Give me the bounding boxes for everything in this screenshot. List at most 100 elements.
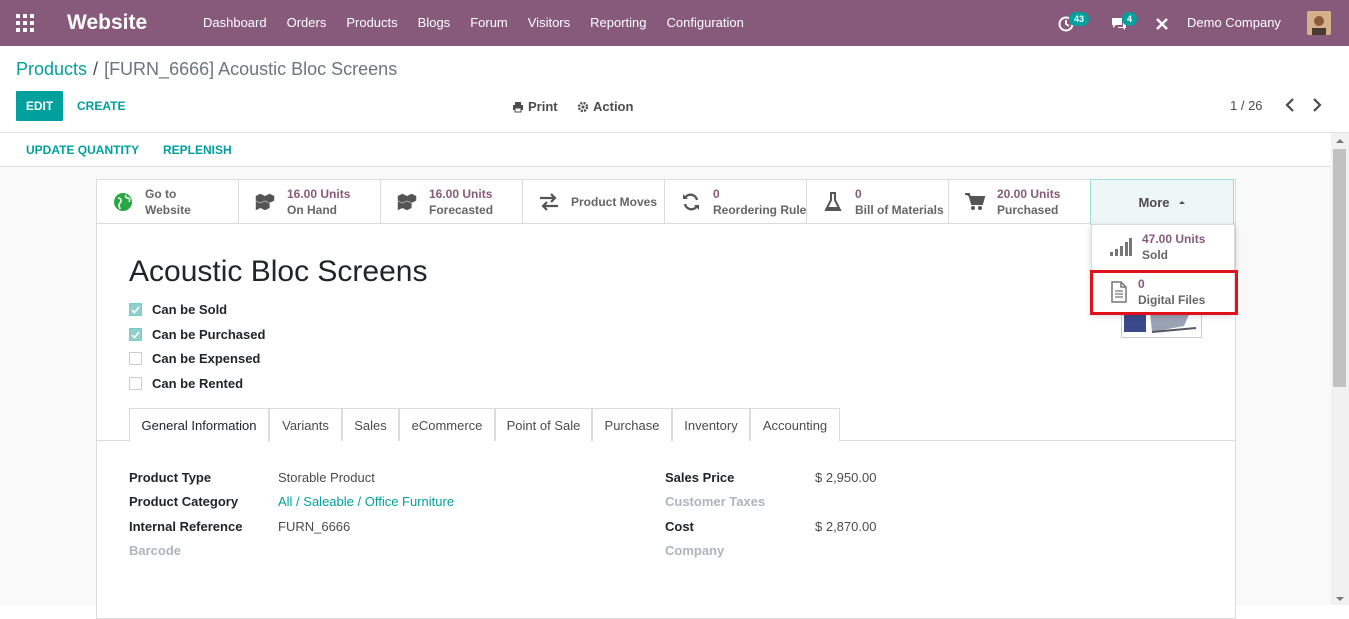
product-type-value[interactable]: Storable Product [278, 470, 375, 485]
more-button[interactable]: More [1090, 179, 1234, 225]
scrollbar-thumb[interactable] [1333, 149, 1346, 387]
on-hand-label: On Hand [287, 203, 337, 217]
go-to-website-button[interactable]: Go to Website [97, 180, 239, 224]
activity-menu[interactable]: 43 [1056, 12, 1090, 34]
cost-value[interactable]: $ 2,870.00 [815, 519, 876, 534]
gear-icon [577, 101, 589, 112]
tools-icon[interactable] [1155, 17, 1169, 31]
edit-button[interactable]: EDIT [16, 91, 63, 121]
bom-label: Bill of Materials [855, 203, 944, 217]
reordering-rules-button[interactable]: 0 Reordering Rules [665, 180, 807, 224]
product-name[interactable]: Acoustic Bloc Screens [129, 255, 427, 289]
product-category-value[interactable]: All / Saleable / Office Furniture [278, 494, 454, 509]
customer-taxes-label: Customer Taxes [665, 494, 766, 509]
flask-icon [824, 192, 842, 211]
purchased-label: Purchased [997, 203, 1059, 217]
reordering-label: Reordering Rules [713, 203, 806, 217]
menu-blogs[interactable]: Blogs [408, 15, 461, 30]
breadcrumb-separator: / [93, 59, 99, 79]
tab-inventory[interactable]: Inventory [672, 408, 750, 441]
website-label: Website [145, 203, 191, 217]
can-be-purchased-row[interactable]: Can be Purchased [129, 327, 265, 342]
form-statusbar: UPDATE QUANTITY REPLENISH [0, 133, 1331, 167]
highlight-box [1090, 270, 1238, 315]
product-image[interactable] [1121, 312, 1202, 338]
barcode-label: Barcode [129, 543, 182, 558]
app-name[interactable]: Website [67, 11, 147, 35]
sales-price-value[interactable]: $ 2,950.00 [815, 470, 876, 485]
chevron-left-icon[interactable] [1283, 97, 1297, 113]
globe-icon [114, 193, 132, 211]
replenish-button[interactable]: REPLENISH [163, 143, 232, 157]
product-moves-button[interactable]: Product Moves [523, 180, 665, 224]
main-menu: Dashboard Orders Products Blogs Forum Vi… [193, 15, 754, 30]
checkbox-unchecked[interactable] [129, 377, 142, 390]
create-button[interactable]: CREATE [77, 99, 125, 113]
menu-orders[interactable]: Orders [277, 15, 337, 30]
tab-general-information[interactable]: General Information [129, 408, 269, 442]
scroll-down-icon[interactable] [1331, 593, 1349, 605]
checkbox-checked[interactable] [129, 303, 142, 316]
company-switcher[interactable]: Demo Company [1187, 15, 1281, 30]
control-panel: Products / [FURN_6666] Acoustic Bloc Scree… [0, 46, 1349, 133]
user-avatar[interactable] [1307, 11, 1331, 35]
tab-purchase[interactable]: Purchase [592, 408, 672, 441]
can-be-rented-row[interactable]: Can be Rented [129, 376, 243, 391]
company-label: Company [665, 543, 725, 558]
can-be-rented-label: Can be Rented [152, 376, 244, 391]
forecasted-button[interactable]: 16.00 Units Forecasted [381, 180, 523, 224]
breadcrumb: Products / [FURN_6666] Acoustic Bloc Scree… [16, 59, 397, 80]
menu-visitors[interactable]: Visitors [518, 15, 580, 30]
caret-up-icon [1178, 201, 1185, 204]
apps-menu-icon[interactable] [16, 14, 34, 32]
product-type-label: Product Type [129, 470, 212, 485]
bill-of-materials-button[interactable]: 0 Bill of Materials [807, 180, 949, 224]
checkbox-unchecked[interactable] [129, 352, 142, 365]
can-be-purchased-label: Can be Purchased [152, 327, 266, 342]
top-navbar: Website Dashboard Orders Products Blogs … [0, 0, 1349, 46]
can-be-expensed-row[interactable]: Can be Expensed [129, 351, 260, 366]
menu-configuration[interactable]: Configuration [657, 15, 754, 30]
sold-button[interactable]: 47.00 Units Sold [1092, 225, 1234, 269]
purchased-button[interactable]: 20.00 Units Purchased [949, 180, 1091, 224]
exchange-icon [540, 193, 558, 211]
smart-buttons: Go to Website 16.00 Units On Hand 16.00 Un… [97, 179, 1235, 225]
bom-value: 0 [855, 187, 862, 201]
product-moves-label: Product Moves [571, 195, 658, 209]
print-dropdown[interactable]: Print [512, 99, 558, 114]
tab-sales[interactable]: Sales [342, 408, 399, 441]
checkbox-checked[interactable] [129, 328, 142, 341]
sold-value: 47.00 Units [1142, 232, 1206, 246]
refresh-icon [683, 193, 699, 211]
print-icon [513, 101, 523, 112]
forecasted-value: 16.00 Units [429, 187, 493, 201]
messaging-menu[interactable]: 4 [1110, 12, 1140, 34]
on-hand-button[interactable]: 16.00 Units On Hand [239, 180, 381, 224]
messages-badge: 4 [1122, 12, 1138, 26]
tab-accounting[interactable]: Accounting [750, 408, 840, 441]
product-category-label: Product Category [129, 494, 239, 509]
tab-ecommerce[interactable]: eCommerce [399, 408, 495, 441]
notebook-tabs: General Information Variants Sales eComm… [96, 408, 1236, 442]
pager-value[interactable]: 1 / 26 [1230, 98, 1263, 113]
scroll-up-icon[interactable] [1331, 135, 1349, 147]
action-dropdown[interactable]: Action [577, 99, 633, 114]
action-label: Action [593, 99, 634, 114]
menu-dashboard[interactable]: Dashboard [193, 15, 277, 30]
can-be-sold-label: Can be Sold [152, 302, 228, 317]
menu-forum[interactable]: Forum [460, 15, 518, 30]
can-be-sold-row[interactable]: Can be Sold [129, 302, 227, 317]
breadcrumb-current: [FURN_6666] Acoustic Bloc Screens [104, 59, 398, 79]
chevron-right-icon[interactable] [1310, 97, 1324, 113]
menu-reporting[interactable]: Reporting [580, 15, 656, 30]
sold-label: Sold [1142, 248, 1168, 262]
reordering-value: 0 [713, 187, 720, 201]
scrollbar[interactable] [1331, 133, 1349, 605]
tab-point-of-sale[interactable]: Point of Sale [495, 408, 592, 441]
breadcrumb-products[interactable]: Products [16, 59, 87, 79]
sales-price-label: Sales Price [665, 470, 735, 485]
internal-reference-value[interactable]: FURN_6666 [278, 519, 350, 534]
menu-products[interactable]: Products [336, 15, 407, 30]
tab-variants[interactable]: Variants [269, 408, 342, 441]
update-quantity-button[interactable]: UPDATE QUANTITY [26, 143, 139, 157]
